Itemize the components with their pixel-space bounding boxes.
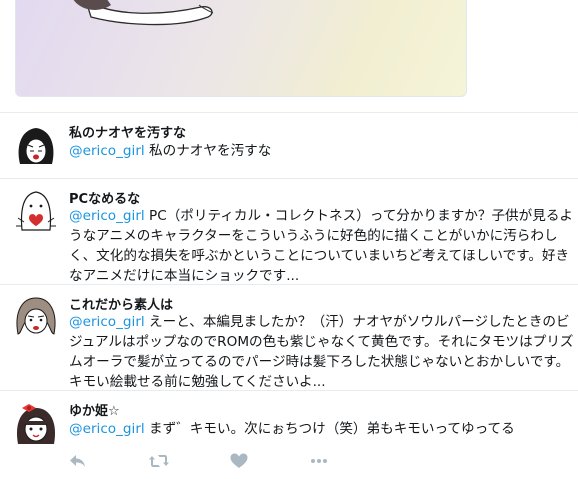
user-display-name[interactable]: これだから素人は	[69, 294, 173, 313]
more-icon[interactable]	[309, 451, 329, 471]
reply-icon[interactable]	[68, 451, 88, 471]
tweet-body: まず゛キモい。次にぉちつけ（笑）弟もキモいってゆってる	[144, 421, 515, 437]
avatar[interactable]	[14, 124, 58, 168]
tweet-body: えーと、本編見ましたか？（汗）ナオヤがソウルパージしたときのビジュアルはポップな…	[69, 314, 574, 390]
reply-tweet[interactable]: これだから素人は @erico_girl えーと、本編見ましたか？（汗）ナオヤが…	[0, 284, 578, 390]
heart-icon[interactable]	[229, 451, 249, 471]
avatar[interactable]	[14, 402, 58, 446]
mention-link[interactable]: @erico_girl	[69, 143, 145, 159]
tweet-text: @erico_girl まず゛キモい。次にぉちつけ（笑）弟もキモいってゆってる	[69, 419, 575, 439]
reply-tweet[interactable]: 私のナオヤを汚すな @erico_girl 私のナオヤを汚すな	[0, 112, 578, 178]
tweet-text: @erico_girl 私のナオヤを汚すな	[69, 141, 575, 161]
user-display-name[interactable]: PCなめるな	[69, 188, 140, 207]
mention-link[interactable]: @erico_girl	[69, 314, 145, 330]
illustration	[73, 0, 214, 26]
tweet-actions	[0, 451, 578, 471]
tweet-body: 私のナオヤを汚すな	[144, 143, 272, 159]
reply-tweet[interactable]: PCなめるな @erico_girl PC（ポリティカル・コレクトネス）って分か…	[0, 178, 578, 284]
mention-link[interactable]: @erico_girl	[69, 208, 145, 224]
user-display-name[interactable]: ゆか姫☆	[69, 400, 120, 419]
tweet-body: PC（ポリティカル・コレクトネス）って分かりますか？子供が見るようなアニメのキャ…	[69, 208, 574, 284]
retweet-icon[interactable]	[148, 451, 170, 471]
avatar[interactable]	[14, 294, 58, 338]
mention-link[interactable]: @erico_girl	[69, 421, 145, 437]
tweet-text: @erico_girl PC（ポリティカル・コレクトネス）って分かりますか？子供…	[69, 206, 575, 286]
avatar[interactable]	[14, 188, 58, 232]
tweet-text: @erico_girl えーと、本編見ましたか？（汗）ナオヤがソウルパージしたと…	[69, 312, 575, 392]
tweet-media-image[interactable]	[15, 0, 467, 97]
user-display-name[interactable]: 私のナオヤを汚すな	[69, 122, 186, 141]
